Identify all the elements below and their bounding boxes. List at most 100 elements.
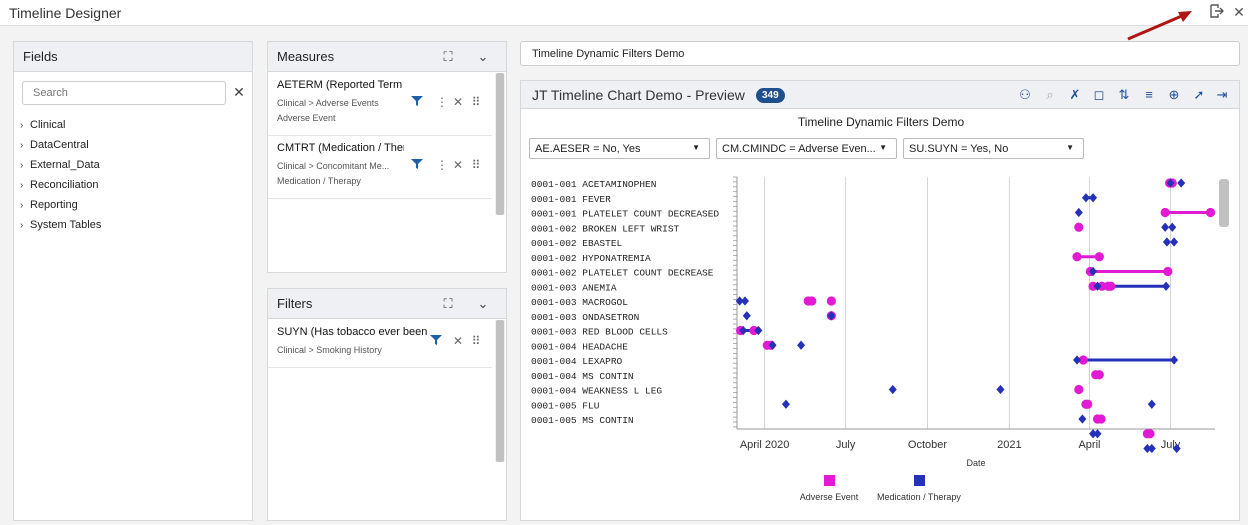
remove-icon[interactable]: ✕ xyxy=(452,95,464,109)
chart-name-input[interactable]: Timeline Dynamic Filters Demo xyxy=(520,41,1240,66)
row-label: 0001-003 ANEMIA xyxy=(531,282,617,293)
medication-point xyxy=(1081,193,1090,203)
drag-handle-icon[interactable]: ⠿ xyxy=(470,158,482,172)
swap-icon[interactable]: ⇅ xyxy=(1115,86,1133,104)
record-count-badge: 349 xyxy=(756,88,785,103)
measure-type: Adverse Event xyxy=(277,113,336,123)
tree-item-reconciliation[interactable]: › Reconciliation xyxy=(20,175,101,195)
remove-icon[interactable]: ✕ xyxy=(452,334,464,348)
settings-sliders-icon[interactable]: ≡ xyxy=(1140,86,1158,104)
chart-legend[interactable]: Adverse Event Medication / Therapy xyxy=(800,475,962,502)
filter-dropdown-suyn[interactable]: SU.SUYN = Yes, No ▼ xyxy=(903,138,1084,159)
filter-item[interactable]: SUYN (Has tobacco ever been Clinical > S… xyxy=(268,320,492,368)
medication-point xyxy=(1147,399,1156,409)
legend-label: Medication / Therapy xyxy=(877,492,961,502)
chevron-down-icon[interactable]: ⌄ xyxy=(474,295,492,313)
hierarchy-icon[interactable]: ⚇ xyxy=(1016,86,1034,104)
filter-icon[interactable] xyxy=(411,158,423,173)
chevron-right-icon: › xyxy=(20,159,24,171)
chevron-down-icon[interactable]: ⌄ xyxy=(474,48,492,66)
x-axis-title: Date xyxy=(966,458,985,468)
measure-item[interactable]: AETERM (Reported Term f Clinical > Adver… xyxy=(268,73,492,136)
measures-panel-header: Measures ⛶ ⌄ xyxy=(268,42,506,72)
export-icon[interactable] xyxy=(1207,3,1225,21)
medication-point xyxy=(1170,237,1179,247)
measure-name: CMTRT (Medication / Ther xyxy=(277,142,404,154)
row-labels: 0001-001 ACETAMINOPHEN 0001-001 FEVER 0001… xyxy=(531,179,719,426)
fields-search-input[interactable] xyxy=(22,81,226,105)
x-tick-label: July xyxy=(836,439,856,451)
close-icon[interactable]: ✕ xyxy=(1230,3,1248,21)
adverse-event-point xyxy=(1205,207,1216,218)
row-label: 0001-003 MACROGOL xyxy=(531,297,628,308)
row-label: 0001-001 PLATELET COUNT DECREASED xyxy=(531,209,719,220)
adverse-event-point xyxy=(1145,429,1155,439)
tree-item-datacentral[interactable]: › DataCentral xyxy=(20,135,101,155)
filters-scrollbar[interactable] xyxy=(495,320,505,462)
filter-icon[interactable] xyxy=(411,95,423,110)
chart-scrollbar-thumb[interactable] xyxy=(1219,179,1229,227)
medication-point xyxy=(1162,281,1171,291)
scrollbar-thumb[interactable] xyxy=(496,320,504,462)
chart-subtitle: Timeline Dynamic Filters Demo xyxy=(797,115,965,129)
row-label: 0001-002 BROKEN LEFT WRIST xyxy=(531,223,680,234)
drag-handle-icon[interactable]: ⠿ xyxy=(470,95,482,109)
medication-point xyxy=(1074,207,1083,218)
measures-title: Measures xyxy=(277,49,335,64)
measures-panel: Measures ⛶ ⌄ AETERM (Reported Term f Cli… xyxy=(267,41,507,273)
crosshair-icon[interactable]: ⊕ xyxy=(1165,86,1183,104)
medication-point xyxy=(1073,355,1082,365)
filter-dropdown-aeser[interactable]: AE.AESER = No, Yes ▼ xyxy=(529,138,710,159)
title-bar: Timeline Designer ✕ xyxy=(0,0,1248,41)
chevron-right-icon: › xyxy=(20,199,24,211)
tree-item-reporting[interactable]: › Reporting xyxy=(20,195,101,215)
search-clear-icon[interactable]: ✕ xyxy=(231,83,247,101)
adverse-event-point xyxy=(1106,281,1116,291)
caret-down-icon: ▼ xyxy=(879,143,887,152)
more-options-icon[interactable]: ⋮ xyxy=(436,95,448,109)
medication-point xyxy=(1078,414,1087,424)
medication-point xyxy=(996,384,1005,395)
cursor-icon[interactable]: ➚ xyxy=(1190,86,1208,104)
filter-dropdown-cmindc[interactable]: CM.CMINDC = Adverse Even... ▼ xyxy=(716,138,897,159)
tree-item-system-tables[interactable]: › System Tables xyxy=(20,215,101,235)
adverse-event-point xyxy=(1094,252,1104,262)
tree-item-label: Clinical xyxy=(30,119,66,131)
tree-item-external-data[interactable]: › External_Data xyxy=(20,155,101,175)
adverse-event-point xyxy=(1083,399,1093,409)
adverse-event-point xyxy=(1072,252,1082,262)
expand-icon[interactable]: ⛶ xyxy=(439,295,457,313)
medication-point xyxy=(797,340,806,350)
filter-name: SUYN (Has tobacco ever been xyxy=(277,326,427,338)
row-label: 0001-004 LEXAPRO xyxy=(531,356,623,367)
fields-title: Fields xyxy=(23,49,58,64)
scrollbar-thumb[interactable] xyxy=(496,73,504,215)
measures-scrollbar[interactable] xyxy=(495,73,505,215)
dropdown-value: CM.CMINDC = Adverse Even... xyxy=(722,143,876,155)
tree-item-clinical[interactable]: › Clinical xyxy=(20,115,101,135)
more-options-icon[interactable]: ⋮ xyxy=(436,158,448,172)
measure-item[interactable]: CMTRT (Medication / Ther Clinical > Conc… xyxy=(268,136,492,199)
row-label: 0001-002 HYPONATREMIA xyxy=(531,253,651,264)
measure-path: Clinical > Concomitant Me... xyxy=(277,161,390,171)
tools-icon[interactable]: ✗ xyxy=(1066,86,1084,104)
chart-preview-header: JT Timeline Chart Demo - Preview 349 ⚇ ⌕… xyxy=(521,81,1239,109)
medication-point xyxy=(1177,178,1186,188)
medication-point xyxy=(1093,429,1102,439)
remove-icon[interactable]: ✕ xyxy=(452,158,464,172)
filters-panel: Filters ⛶ ⌄ SUYN (Has tobacco ever been … xyxy=(267,288,507,521)
adverse-event-point xyxy=(826,296,836,306)
search-icon[interactable]: ⌕ xyxy=(1041,86,1059,104)
comment-icon[interactable]: ◻ xyxy=(1090,86,1108,104)
drag-handle-icon[interactable]: ⠿ xyxy=(470,334,482,348)
data-marks xyxy=(735,178,1216,454)
medication-point xyxy=(781,399,790,409)
measure-name: AETERM (Reported Term f xyxy=(277,79,404,91)
adverse-event-point xyxy=(1074,222,1084,232)
filter-icon[interactable] xyxy=(430,334,442,349)
tree-item-label: DataCentral xyxy=(30,139,89,151)
x-tick-label: October xyxy=(908,439,947,451)
export-icon[interactable]: ⇥ xyxy=(1213,86,1231,104)
x-tick-label: April 2020 xyxy=(740,439,790,451)
expand-icon[interactable]: ⛶ xyxy=(439,48,457,66)
